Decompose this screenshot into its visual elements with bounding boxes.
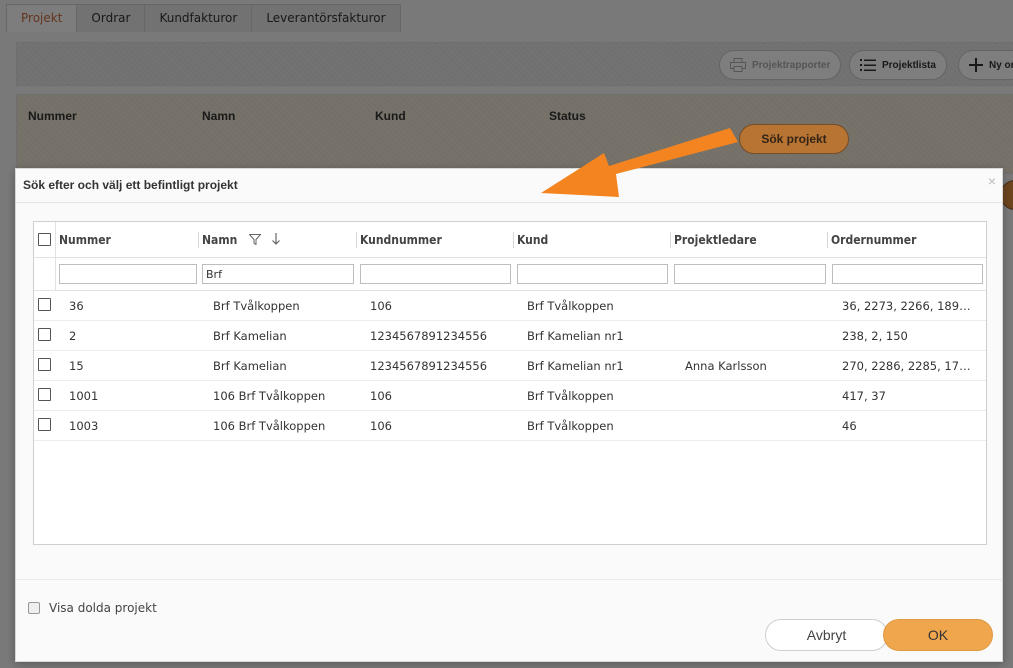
sort-descending-icon[interactable] (271, 233, 281, 245)
row-checkbox[interactable] (38, 388, 51, 401)
dialog-footer-divider (16, 579, 1002, 580)
filter-icon[interactable] (248, 234, 262, 246)
cell-kund: Brf Tvålkoppen (527, 389, 614, 403)
cell-kundnummer: 106 (370, 389, 392, 403)
cell-kund: Brf Tvålkoppen (527, 419, 614, 433)
cell-kundnummer: 106 (370, 419, 392, 433)
column-header-kund[interactable]: Kund (513, 222, 548, 258)
cell-ordernummer: 417, 37 (842, 389, 886, 403)
cell-projektledare: Anna Karlsson (685, 359, 767, 373)
table-row[interactable]: 36 Brf Tvålkoppen 106 Brf Tvålkoppen 36, 227… (34, 291, 986, 321)
project-grid: Nummer Namn Kundnummer Kund Projektledar… (33, 221, 987, 545)
column-header-namn-label: Namn (202, 233, 238, 247)
ok-button[interactable]: OK (883, 619, 993, 651)
cell-ordernummer: 36, 2273, 2266, 1899, 1... (842, 299, 977, 313)
grid-filter-row (34, 258, 986, 291)
cell-kund: Brf Kamelian nr1 (527, 359, 624, 373)
close-icon[interactable]: × (988, 173, 996, 189)
show-hidden-label: Visa dolda projekt (49, 601, 157, 615)
cell-namn: 106 Brf Tvålkoppen (213, 419, 326, 433)
table-row[interactable]: 1001 106 Brf Tvålkoppen 106 Brf Tvålkoppen 4… (34, 381, 986, 411)
row-checkbox[interactable] (38, 358, 51, 371)
cell-namn: 106 Brf Tvålkoppen (213, 389, 326, 403)
filter-input-nummer[interactable] (59, 264, 197, 284)
cell-kund: Brf Tvålkoppen (527, 299, 614, 313)
column-header-kundnummer[interactable]: Kundnummer (356, 222, 442, 258)
project-search-dialog: Sök efter och välj ett befintligt projek… (15, 168, 1003, 662)
cell-namn: Brf Tvålkoppen (213, 299, 300, 313)
cell-kund: Brf Kamelian nr1 (527, 329, 624, 343)
column-header-kund-label: Kund (517, 233, 549, 247)
column-header-projektledare[interactable]: Projektledare (670, 222, 757, 258)
filter-input-namn[interactable] (202, 264, 354, 284)
filter-input-kundnummer[interactable] (360, 264, 511, 284)
cell-kundnummer: 1234567891234556 (370, 359, 488, 373)
cell-nummer: 15 (69, 359, 84, 373)
filter-input-projektledare[interactable] (674, 264, 826, 284)
filter-input-ordernummer[interactable] (832, 264, 983, 284)
grid-header-row: Nummer Namn Kundnummer Kund Projektledar… (34, 222, 986, 258)
select-all-checkbox[interactable] (38, 233, 51, 246)
cell-nummer: 36 (69, 299, 84, 313)
cell-ordernummer: 238, 2, 150 (842, 329, 908, 343)
column-header-nummer-label: Nummer (59, 233, 111, 247)
cell-namn: Brf Kamelian (213, 359, 287, 373)
table-row[interactable]: 1003 106 Brf Tvålkoppen 106 Brf Tvålkoppen 4… (34, 411, 986, 441)
cell-nummer: 1003 (69, 419, 99, 433)
cell-nummer: 2 (69, 329, 77, 343)
cell-namn: Brf Kamelian (213, 329, 287, 343)
column-header-nummer[interactable]: Nummer (55, 222, 111, 258)
cancel-button[interactable]: Avbryt (765, 619, 888, 651)
column-header-projektledare-label: Projektledare (674, 233, 757, 247)
cell-ordernummer: 46 (842, 419, 857, 433)
sok-projekt-button[interactable]: Sök projekt (739, 124, 849, 154)
dialog-title: Sök efter och välj ett befintligt projek… (23, 178, 238, 192)
cell-kundnummer: 106 (370, 299, 392, 313)
column-header-ordernummer-label: Ordernummer (831, 233, 917, 247)
cell-projektledare (685, 291, 835, 321)
show-hidden-projects-toggle[interactable]: Visa dolda projekt (28, 601, 157, 615)
cell-projektledare (685, 321, 835, 351)
row-checkbox[interactable] (38, 418, 51, 431)
cell-kundnummer: 1234567891234556 (370, 329, 488, 343)
column-header-kundnummer-label: Kundnummer (360, 233, 442, 247)
cell-ordernummer: 270, 2286, 2285, 173, 1... (842, 359, 977, 373)
table-row[interactable]: 2 Brf Kamelian 1234567891234556 Brf Kamelia… (34, 321, 986, 351)
filter-input-kund[interactable] (517, 264, 668, 284)
column-header-namn[interactable]: Namn (198, 222, 281, 258)
dialog-header: Sök efter och välj ett befintligt projek… (16, 169, 1002, 203)
column-header-ordernummer[interactable]: Ordernummer (827, 222, 916, 258)
row-checkbox[interactable] (38, 328, 51, 341)
show-hidden-checkbox[interactable] (28, 602, 40, 614)
cell-nummer: 1001 (69, 389, 99, 403)
cell-projektledare (685, 381, 835, 411)
row-checkbox[interactable] (38, 298, 51, 311)
table-row[interactable]: 15 Brf Kamelian 1234567891234556 Brf Kameli… (34, 351, 986, 381)
cell-projektledare (685, 411, 835, 441)
